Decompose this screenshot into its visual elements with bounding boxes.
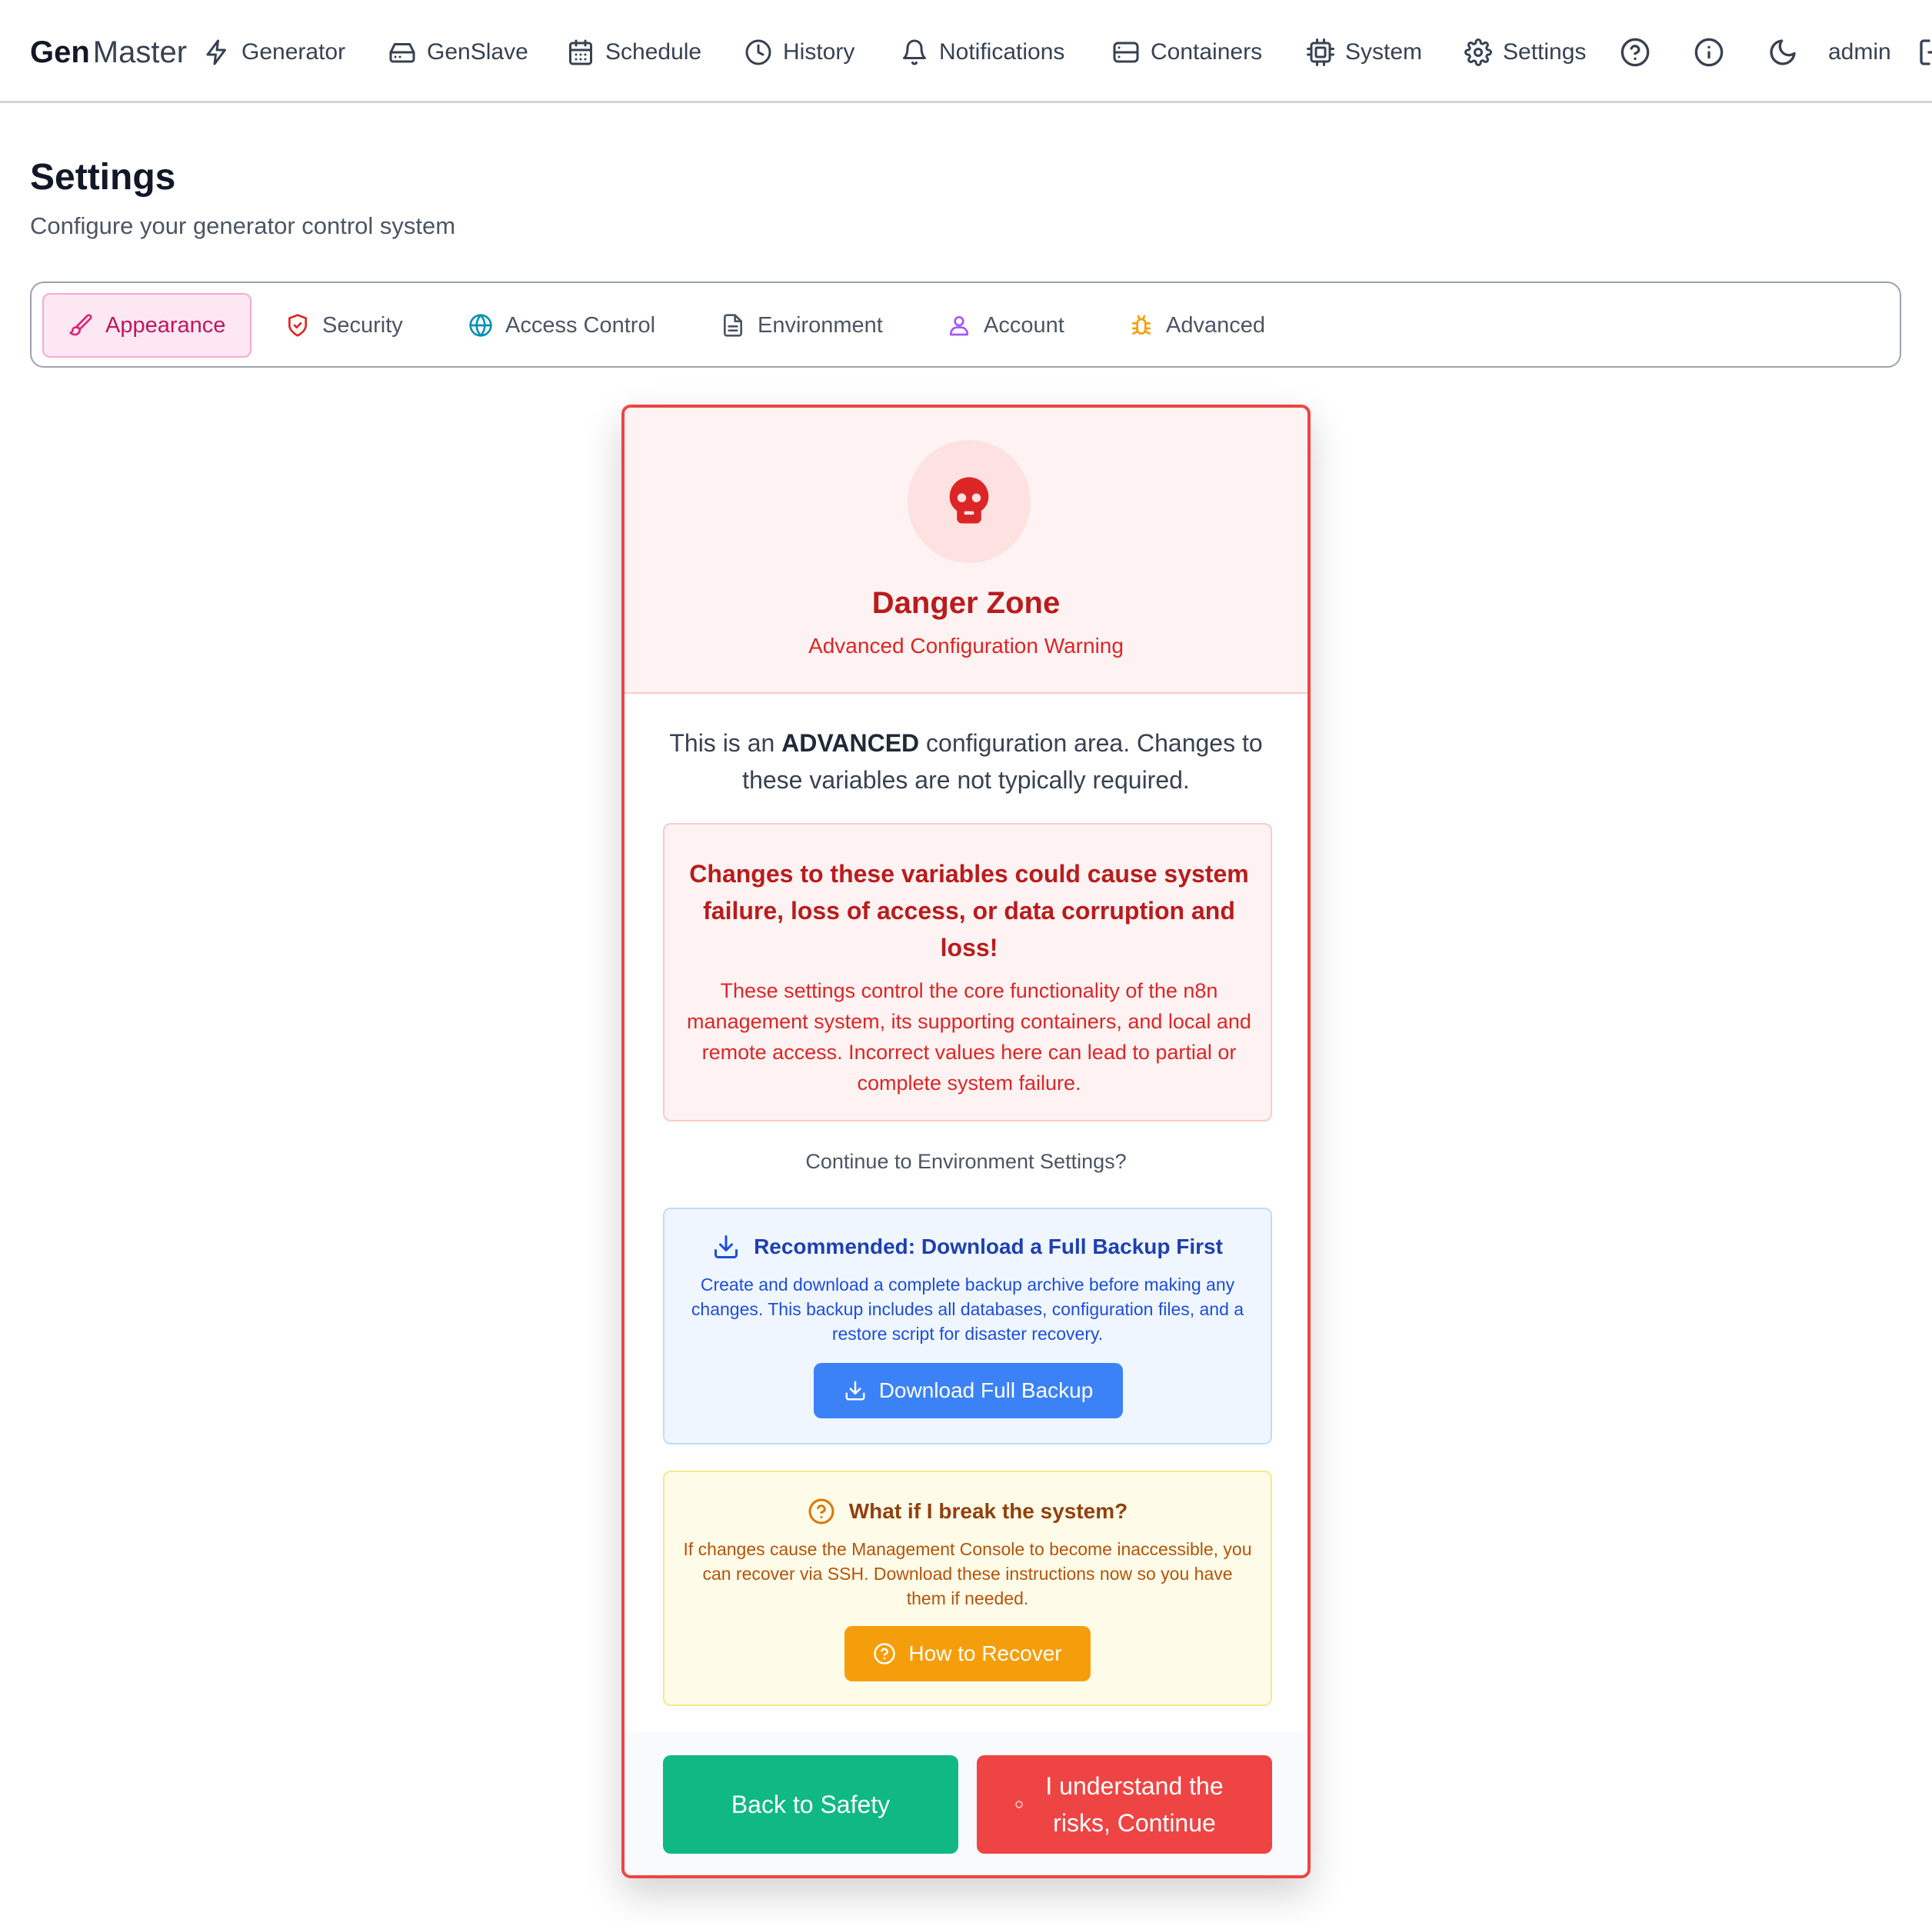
tab-appearance[interactable]: Appearance (42, 293, 252, 358)
server-icon (1113, 42, 1139, 63)
bolt-icon (206, 39, 226, 65)
tab-security[interactable]: Security (261, 293, 428, 358)
nav-schedule[interactable]: Schedule (567, 32, 701, 72)
hard-drive-icon (389, 43, 415, 63)
dialog-title: Danger Zone (871, 586, 1061, 620)
tab-environment[interactable]: Environment (696, 293, 908, 358)
shield-icon (288, 314, 307, 337)
continue-question: Continue to Environment Settings? (805, 1150, 1127, 1173)
warning-description: These settings control the core function… (687, 979, 1251, 1095)
nav-genslave[interactable]: GenSlave (388, 32, 528, 72)
top-navbar: Gen Master Generator GenSlave Schedule Hi… (0, 0, 1932, 103)
tab-account[interactable]: Account (922, 293, 1089, 358)
logout-icon[interactable] (1917, 37, 1932, 68)
brand-logo[interactable]: Gen Master (30, 32, 187, 72)
backup-recommendation-box: Recommended: Download a Full Backup Firs… (663, 1208, 1272, 1444)
download-icon (845, 1381, 865, 1401)
nav-generator[interactable]: Generator (203, 32, 345, 72)
warning-dot-icon (1015, 1801, 1023, 1808)
warning-box: Changes to these variables could cause s… (663, 823, 1272, 1121)
clock-icon (745, 39, 771, 65)
globe-icon (469, 314, 492, 337)
paintbrush-icon (69, 314, 92, 336)
nav-history[interactable]: History (744, 32, 854, 72)
bug-icon (1132, 315, 1151, 335)
tab-advanced[interactable]: Advanced (1104, 293, 1290, 358)
download-backup-button[interactable]: Download Full Backup (814, 1363, 1123, 1418)
danger-icon-badge (908, 440, 1031, 563)
tab-access-control[interactable]: Access Control (444, 293, 680, 358)
page-subtitle: Configure your generator control system (30, 212, 456, 239)
gear-icon (1464, 38, 1492, 66)
dark-mode-moon-icon[interactable] (1767, 37, 1798, 68)
skull-icon (949, 477, 989, 524)
info-icon[interactable] (1694, 37, 1724, 68)
intro-text: This is an ADVANCED configuration area. … (669, 729, 1263, 794)
how-to-recover-button[interactable]: How to Recover (844, 1626, 1091, 1681)
nav-notifications[interactable]: Notifications (901, 32, 1064, 72)
warning-headline: Changes to these variables could cause s… (689, 860, 1249, 961)
user-icon (950, 316, 968, 336)
help-circle-icon (808, 1498, 834, 1524)
cpu-icon (1307, 38, 1334, 66)
backup-description: Create and download a complete backup ar… (691, 1275, 1244, 1344)
file-icon (724, 314, 742, 337)
dialog-header: Danger Zone Advanced Configuration Warni… (625, 408, 1307, 694)
nav-containers[interactable]: Containers (1112, 32, 1262, 72)
danger-zone-dialog: Danger Zone Advanced Configuration Warni… (621, 405, 1311, 1878)
bell-icon (903, 39, 926, 65)
continue-risk-button[interactable]: I understand the risks, Continue (977, 1755, 1272, 1854)
recovery-info-box: What if I break the system? If changes c… (663, 1471, 1272, 1706)
nav-system[interactable]: System (1307, 32, 1422, 72)
page-title: Settings (30, 157, 176, 198)
recovery-heading: What if I break the system? (665, 1497, 1271, 1526)
dialog-subtitle: Advanced Configuration Warning (808, 634, 1124, 658)
back-to-safety-button[interactable]: Back to Safety (663, 1755, 958, 1854)
backup-heading: Recommended: Download a Full Backup Firs… (665, 1232, 1271, 1261)
nav-settings[interactable]: Settings (1464, 32, 1586, 72)
calendar-icon (569, 39, 592, 65)
help-icon[interactable] (1620, 37, 1651, 68)
user-name[interactable]: admin (1828, 32, 1891, 72)
recovery-description: If changes cause the Management Console … (683, 1539, 1252, 1608)
settings-tabs: Appearance Security Access Control Envir… (30, 282, 1901, 368)
download-icon (715, 1235, 738, 1258)
help-circle-icon (874, 1643, 896, 1664)
dialog-footer: Back to Safety I understand the risks, C… (625, 1732, 1307, 1875)
